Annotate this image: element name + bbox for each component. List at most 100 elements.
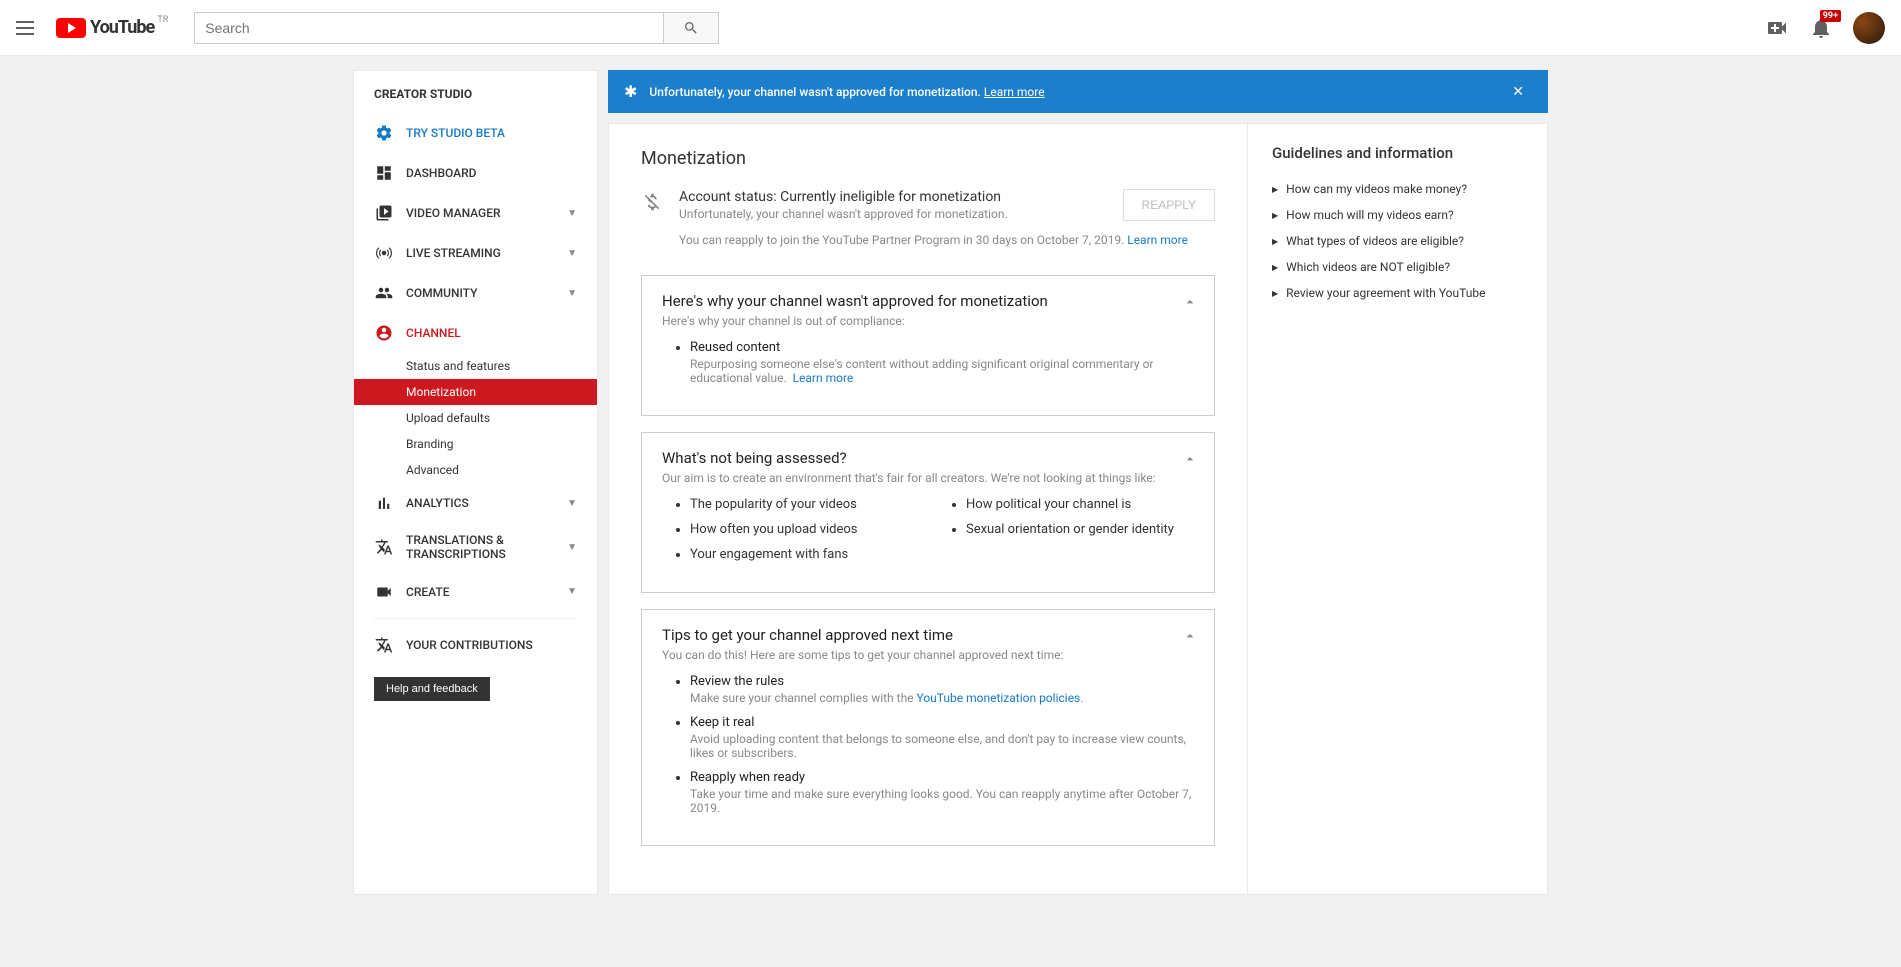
app-header: YouTube TR 99+ xyxy=(0,0,1901,56)
guideline-link[interactable]: What types of videos are eligible? xyxy=(1272,228,1523,254)
sidebar-sub-upload-defaults[interactable]: Upload defaults xyxy=(354,405,597,431)
person-icon xyxy=(374,323,394,343)
hamburger-menu[interactable] xyxy=(16,16,40,40)
chevron-down-icon: ▼ xyxy=(567,542,577,553)
card-subheading: Here's why your channel is out of compli… xyxy=(662,314,1194,328)
info-icon: ✱ xyxy=(624,82,637,101)
sidebar-item-channel[interactable]: CHANNEL xyxy=(354,313,597,353)
sidebar: CREATOR STUDIO TRY STUDIO BETA DASHBOARD… xyxy=(353,70,598,895)
youtube-logo[interactable]: YouTube TR xyxy=(56,17,154,38)
learn-more-link[interactable]: Learn more xyxy=(1127,233,1188,247)
collapse-button[interactable] xyxy=(1182,628,1198,644)
sidebar-item-dashboard[interactable]: DASHBOARD xyxy=(354,153,597,193)
policies-link[interactable]: YouTube monetization policies xyxy=(917,691,1081,705)
no-money-icon xyxy=(641,191,665,213)
sidebar-item-contributions[interactable]: YOUR CONTRIBUTIONS xyxy=(354,625,597,665)
list-item: Keep it real Avoid uploading content tha… xyxy=(690,715,1194,760)
card-heading: Tips to get your channel approved next t… xyxy=(662,626,1194,644)
upload-button[interactable] xyxy=(1765,16,1789,40)
sidebar-label: COMMUNITY xyxy=(406,286,567,300)
card-tips: Tips to get your channel approved next t… xyxy=(641,609,1215,846)
sidebar-sub-branding[interactable]: Branding xyxy=(354,431,597,457)
alert-learn-more-link[interactable]: Learn more xyxy=(984,85,1045,99)
sidebar-sub-advanced[interactable]: Advanced xyxy=(354,457,597,483)
alert-banner: ✱ Unfortunately, your channel wasn't app… xyxy=(608,70,1548,113)
sidebar-item-create[interactable]: CREATE ▼ xyxy=(354,572,597,612)
sidebar-try-beta[interactable]: TRY STUDIO BETA xyxy=(354,113,597,153)
list-item: How often you upload videos xyxy=(690,522,918,537)
sidebar-item-video-manager[interactable]: VIDEO MANAGER ▼ xyxy=(354,193,597,233)
live-icon xyxy=(374,243,394,263)
account-status-sub: Unfortunately, your channel wasn't appro… xyxy=(679,207,1123,221)
help-feedback-button[interactable]: Help and feedback xyxy=(374,677,490,701)
chevron-down-icon: ▼ xyxy=(567,498,577,509)
card-heading: What's not being assessed? xyxy=(662,449,1194,467)
collapse-button[interactable] xyxy=(1182,294,1198,310)
people-icon xyxy=(374,283,394,303)
search-box xyxy=(194,12,719,44)
avatar[interactable] xyxy=(1853,12,1885,44)
notifications-button[interactable]: 99+ xyxy=(1809,16,1833,40)
account-status-title: Account status: Currently ineligible for… xyxy=(679,189,1123,205)
card-subheading: Our aim is to create an environment that… xyxy=(662,471,1194,485)
page-title: Monetization xyxy=(641,148,1215,169)
guideline-link[interactable]: Review your agreement with YouTube xyxy=(1272,280,1523,306)
upload-icon xyxy=(1765,16,1789,40)
list-item: Sexual orientation or gender identity xyxy=(966,522,1194,537)
alert-text: Unfortunately, your channel wasn't appro… xyxy=(649,85,980,99)
list-item: Reused content Repurposing someone else'… xyxy=(690,340,1194,385)
guideline-link[interactable]: Which videos are NOT eligible? xyxy=(1272,254,1523,280)
chevron-down-icon: ▼ xyxy=(567,288,577,299)
chevron-up-icon xyxy=(1182,628,1198,644)
reapply-note: You can reapply to join the YouTube Part… xyxy=(679,233,1124,247)
card-heading: Here's why your channel wasn't approved … xyxy=(662,292,1194,310)
list-item: Your engagement with fans xyxy=(690,547,918,562)
guideline-link[interactable]: How can my videos make money? xyxy=(1272,176,1523,202)
chevron-down-icon: ▼ xyxy=(567,586,577,597)
sidebar-item-analytics[interactable]: ANALYTICS ▼ xyxy=(354,483,597,523)
youtube-icon xyxy=(56,18,86,38)
sidebar-label: LIVE STREAMING xyxy=(406,246,567,260)
logo-region: TR xyxy=(157,15,168,25)
search-icon xyxy=(683,20,699,36)
search-input[interactable] xyxy=(194,12,664,44)
alert-close-button[interactable]: ✕ xyxy=(1504,84,1532,100)
main-content: ✱ Unfortunately, your channel wasn't app… xyxy=(608,70,1548,895)
sidebar-label: CHANNEL xyxy=(406,326,577,340)
tip-title: Keep it real xyxy=(690,715,754,730)
tip-desc: Avoid uploading content that belongs to … xyxy=(690,732,1194,760)
sidebar-sub-monetization[interactable]: Monetization xyxy=(354,379,597,405)
collapse-button[interactable] xyxy=(1182,451,1198,467)
tip-desc-end: . xyxy=(1080,691,1083,705)
video-icon xyxy=(374,203,394,223)
reapply-button[interactable]: REAPPLY xyxy=(1123,189,1215,221)
sidebar-label: YOUR CONTRIBUTIONS xyxy=(406,638,577,652)
notification-badge: 99+ xyxy=(1820,10,1841,22)
dashboard-icon xyxy=(374,163,394,183)
translate-icon xyxy=(374,635,394,655)
translate-icon xyxy=(374,537,394,557)
sidebar-sub-status[interactable]: Status and features xyxy=(354,353,597,379)
list-item: How political your channel is xyxy=(966,497,1194,512)
chevron-down-icon: ▼ xyxy=(567,208,577,219)
tip-desc: Take your time and make sure everything … xyxy=(690,787,1194,815)
sidebar-item-community[interactable]: COMMUNITY ▼ xyxy=(354,273,597,313)
sidebar-item-translations[interactable]: TRANSLATIONS & TRANSCRIPTIONS ▼ xyxy=(354,523,597,572)
list-item: The popularity of your videos xyxy=(690,497,918,512)
sidebar-item-live[interactable]: LIVE STREAMING ▼ xyxy=(354,233,597,273)
tip-title: Review the rules xyxy=(690,674,784,689)
guideline-link[interactable]: How much will my videos earn? xyxy=(1272,202,1523,228)
reason-title: Reused content xyxy=(690,340,780,355)
tip-desc: Make sure your channel complies with the xyxy=(690,691,917,705)
gear-icon xyxy=(374,123,394,143)
list-item: Reapply when ready Take your time and ma… xyxy=(690,770,1194,815)
learn-more-link[interactable]: Learn more xyxy=(793,371,854,385)
analytics-icon xyxy=(374,493,394,513)
logo-text: YouTube xyxy=(90,17,154,38)
search-button[interactable] xyxy=(664,12,719,44)
guidelines-panel: Guidelines and information How can my vi… xyxy=(1248,123,1548,895)
sidebar-label: VIDEO MANAGER xyxy=(406,206,567,220)
sidebar-label: CREATE xyxy=(406,585,567,599)
chevron-down-icon: ▼ xyxy=(567,248,577,259)
guidelines-heading: Guidelines and information xyxy=(1272,144,1523,162)
